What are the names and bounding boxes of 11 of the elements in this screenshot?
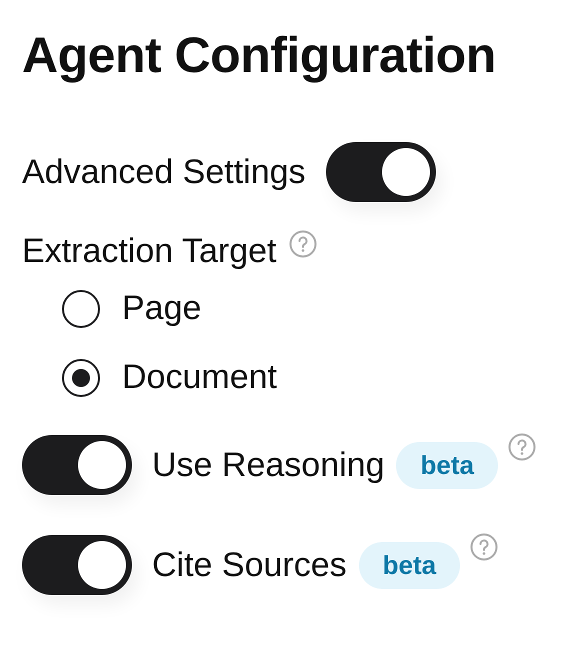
feature-label: Use Reasoning	[152, 446, 384, 484]
beta-badge: beta	[396, 442, 498, 488]
radio-label: Page	[122, 289, 202, 328]
setting-label: Advanced Settings	[22, 152, 306, 192]
beta-badge: beta	[358, 542, 460, 588]
radio-label: Document	[122, 358, 277, 397]
radio-button[interactable]	[62, 358, 100, 396]
section-label: Extraction Target	[22, 232, 277, 271]
radio-button[interactable]	[62, 290, 100, 328]
feature-label: Cite Sources	[152, 546, 347, 584]
page-title: Agent Configuration	[22, 26, 497, 84]
